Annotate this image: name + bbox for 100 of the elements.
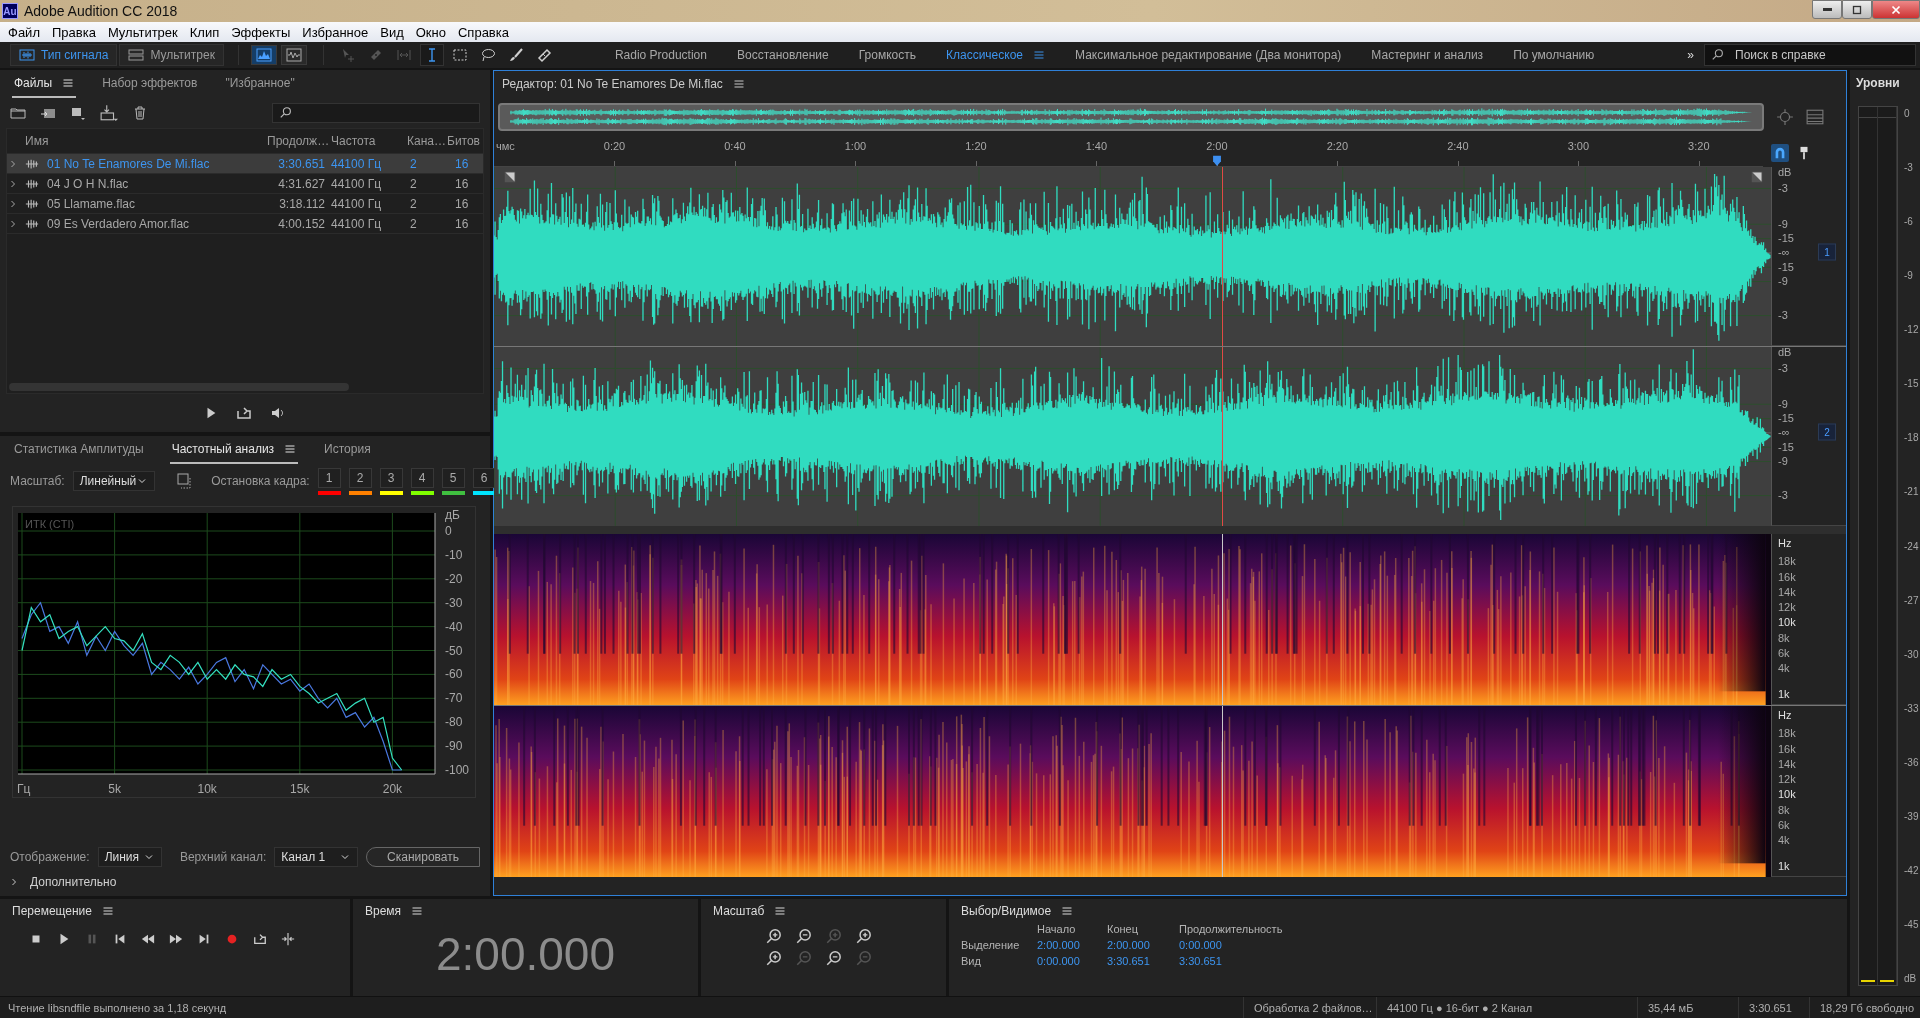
time-value[interactable]: 0:00.000	[1037, 955, 1107, 967]
zoom-out-icon[interactable]	[824, 949, 843, 967]
zoom-in-icon[interactable]	[854, 927, 873, 945]
menu-icon[interactable]	[62, 77, 75, 89]
view-button[interactable]	[280, 45, 307, 65]
file-search-field[interactable]	[272, 103, 480, 123]
freeze-button[interactable]: 3	[379, 467, 403, 488]
slip-icon	[395, 47, 412, 63]
panel-tab[interactable]: Файлы	[12, 70, 77, 98]
column-header[interactable]: Частота	[331, 134, 407, 148]
menu-icon[interactable]	[102, 905, 114, 917]
export-icon[interactable]	[100, 104, 118, 122]
freeze-button[interactable]: 2	[348, 467, 372, 488]
column-header[interactable]: Продолж…	[267, 134, 331, 148]
freeze-button[interactable]: 6	[472, 467, 496, 488]
file-row[interactable]: 01 No Te Enamores De Mi.flac 3:30.651 44100 Гц 2 16	[7, 154, 483, 174]
menu-icon[interactable]	[411, 905, 424, 917]
menu-item[interactable]: Вид	[374, 24, 410, 40]
zoom-in-icon[interactable]	[764, 927, 783, 945]
workspace-tab[interactable]: Мастеринг и анализ	[1356, 48, 1499, 62]
meter-tick-label: -39	[1904, 810, 1919, 822]
menu-item[interactable]: Мультитрек	[101, 24, 184, 40]
panel-tab[interactable]: Статистика Амплитуды	[12, 436, 146, 464]
freeze-button[interactable]: 1	[317, 467, 341, 488]
resize-icon[interactable]	[1751, 171, 1763, 183]
panel-tab[interactable]: История	[322, 436, 373, 464]
workspace-tab[interactable]: Классическое	[931, 48, 1060, 62]
channel-dropdown[interactable]: Канал 1	[274, 847, 359, 867]
speaker-icon[interactable]	[270, 405, 286, 421]
list-icon[interactable]	[1806, 108, 1824, 126]
time-value[interactable]: 2:00.000	[1037, 939, 1107, 951]
advanced-expander[interactable]: Дополнительно	[0, 872, 490, 892]
file-row[interactable]: 05 Llamame.flac 3:18.112 44100 Гц 2 16	[7, 194, 483, 214]
menu-item[interactable]: Избранное	[296, 24, 375, 40]
time-value[interactable]: 3:30.651	[1179, 955, 1319, 967]
ruler-label: 3:00	[1567, 140, 1590, 152]
scan-button[interactable]: Сканировать	[366, 847, 480, 867]
more-workspaces-button[interactable]: »	[1687, 48, 1694, 62]
db-scale-label: -3	[1778, 488, 1788, 501]
trash-icon[interactable]	[132, 105, 148, 121]
menu-item[interactable]: Правка	[45, 24, 102, 40]
row-label: Выделение	[961, 939, 1021, 951]
panel-tab[interactable]: "Избранное"	[223, 70, 297, 98]
channel-badge[interactable]: 1	[1818, 243, 1836, 261]
status-message: Чтение libsndfile выполнено за 1,18 секунд	[7, 1001, 227, 1014]
hz-scale-label: 14k	[1778, 585, 1796, 598]
minimize-button[interactable]	[1812, 0, 1842, 19]
workspace-tab[interactable]: По умолчанию	[1498, 48, 1610, 62]
menu-icon[interactable]	[732, 78, 745, 90]
panel-tab[interactable]: Частотный анализ	[169, 436, 299, 464]
column-header[interactable]: Имя	[25, 134, 267, 148]
file-row[interactable]: 04 J O H N.flac 4:31.627 44100 Гц 2 16	[7, 174, 483, 194]
resize-icon[interactable]	[504, 171, 516, 183]
folder-icon[interactable]	[10, 105, 26, 121]
menu-item[interactable]: Справка	[451, 24, 515, 40]
menu-item[interactable]: Файл	[2, 24, 46, 40]
display-dropdown[interactable]: Линия	[97, 847, 162, 867]
time-value[interactable]: 3:30.651	[1107, 955, 1179, 967]
channel-label: Верхний канал:	[179, 850, 267, 864]
zoom-out-icon[interactable]	[794, 927, 813, 945]
tick-label: -80	[445, 715, 463, 730]
time-value[interactable]: 2:00.000	[1107, 939, 1179, 951]
zoom-in-icon[interactable]	[764, 949, 783, 967]
freeze-button[interactable]: 5	[441, 467, 465, 488]
column-header: Начало	[1037, 923, 1077, 935]
freeze-button[interactable]: 4	[410, 467, 434, 488]
menu-icon[interactable]	[1061, 905, 1074, 917]
file-row[interactable]: 09 Es Verdadero Amor.flac 4:00.152 44100 Гц 2 16	[7, 214, 483, 234]
time-value[interactable]: 0:00.000	[1179, 939, 1319, 951]
workspace-tab[interactable]: Громкость	[843, 48, 931, 62]
workspace-tab[interactable]: Максимальное редактирование (Два монитора)	[1060, 48, 1357, 62]
search-box[interactable]: Поиск в справке	[1704, 44, 1916, 66]
magnet-icon[interactable]	[1773, 146, 1787, 160]
view-button[interactable]	[250, 45, 277, 65]
menu-item[interactable]: Окно	[409, 24, 452, 40]
column-header[interactable]: Кана…	[407, 134, 447, 148]
zoom-navigator-icon[interactable]	[1776, 108, 1794, 126]
hz-scale-label: 1k	[1778, 687, 1790, 700]
workspace-tab[interactable]: Radio Production	[599, 48, 722, 62]
insert-icon[interactable]	[70, 105, 86, 121]
panel-tab[interactable]: Набор эффектов	[100, 70, 200, 98]
menu-item[interactable]: Клип	[183, 24, 226, 40]
tick-label: -60	[445, 667, 463, 682]
menu-icon[interactable]	[774, 905, 787, 917]
channel-badge[interactable]: 2	[1818, 423, 1836, 441]
snapshot-icon[interactable]	[177, 473, 194, 489]
meter-tick-label: -27	[1904, 594, 1919, 606]
scale-dropdown[interactable]: Линейный	[72, 471, 156, 491]
tick-label: Гц	[17, 782, 31, 796]
menu-item[interactable]: Эффекты	[225, 24, 297, 40]
loop-icon[interactable]	[236, 405, 252, 421]
overview-bar[interactable]	[498, 103, 1764, 131]
column-header[interactable]: Битов	[447, 134, 483, 148]
help-search-field[interactable]: Поиск в справке	[1733, 47, 1887, 63]
workspace-tab[interactable]: Восстановление	[721, 48, 844, 62]
menu-icon[interactable]	[284, 443, 297, 455]
mode-button[interactable]: Мультитрек	[119, 44, 224, 66]
mode-button[interactable]: Тип сигнала	[10, 44, 118, 66]
meter-tick-label: -18	[1904, 432, 1919, 444]
maximize-button[interactable]	[1842, 0, 1872, 19]
